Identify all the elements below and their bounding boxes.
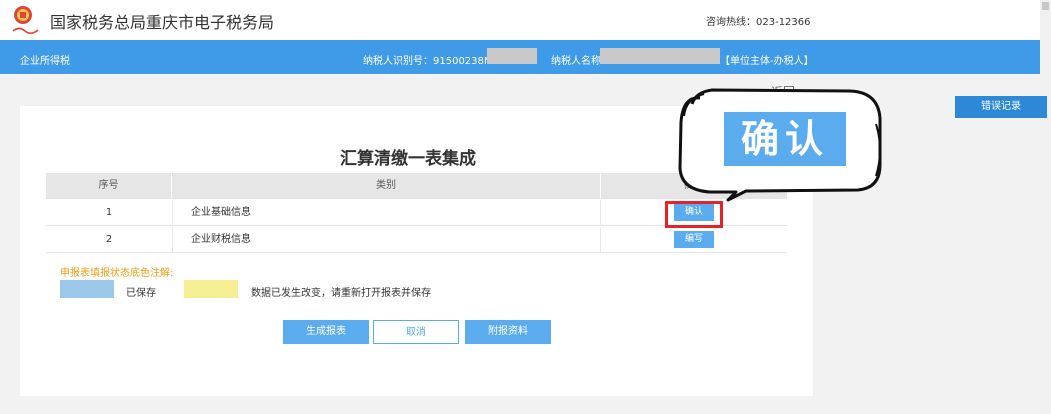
vertical-scrollbar[interactable] xyxy=(1040,0,1051,414)
generate-report-button[interactable]: 生成报表 xyxy=(283,320,369,344)
taxpayer-id: 纳税人识别号：91500238MA xyxy=(363,56,500,67)
row-no: 1 xyxy=(105,207,113,218)
table-header-row: 序号 类别 操作 xyxy=(46,173,787,199)
site-title: 国家税务总局重庆市电子税务局 xyxy=(50,13,275,32)
scrollbar-thumb[interactable] xyxy=(1042,2,1049,10)
row-no: 2 xyxy=(105,234,113,245)
table-row: 2 企业财税信息 编写 xyxy=(46,227,787,253)
taxpayer-name-label: 纳税人名称: xyxy=(551,56,605,67)
saved-label: 已保存 xyxy=(126,288,156,299)
row-action-cell: 编写 xyxy=(601,227,787,252)
top-header: 国家税务总局重庆市电子税务局 咨询热线：023-12366 xyxy=(0,0,1051,40)
callout-label: 确认 xyxy=(724,112,846,166)
redacted-name-mask xyxy=(600,48,720,64)
row-category: 企业财税信息 xyxy=(172,227,601,252)
highlight-box xyxy=(665,201,723,228)
role-label: 【单位主体-办税人】 xyxy=(720,56,814,67)
row-category: 企业基础信息 xyxy=(172,200,601,225)
tax-emblem-icon xyxy=(12,6,39,35)
cancel-button[interactable]: 取消 xyxy=(373,320,459,344)
page-title: 汇算清缴一表集成 xyxy=(340,149,476,169)
header-action: 操作 xyxy=(684,180,704,191)
changed-swatch xyxy=(184,280,238,298)
module-label: 企业所得税 xyxy=(20,56,70,67)
info-bar: 企业所得税 纳税人识别号：91500238MA 纳税人名称: 【单位主体-办税人… xyxy=(0,40,1040,74)
changed-label: 数据已发生改变，请重新打开报表并保存 xyxy=(251,288,431,299)
error-log-button[interactable]: 错误记录 xyxy=(955,96,1047,118)
header-category: 类别 xyxy=(172,173,601,198)
header-no: 序号 xyxy=(46,173,172,198)
hotline-text: 咨询热线：023-12366 xyxy=(706,17,811,28)
saved-swatch xyxy=(60,280,114,298)
redacted-id-mask xyxy=(487,48,537,64)
attachments-button[interactable]: 附报资料 xyxy=(465,320,551,344)
edit-button[interactable]: 编写 xyxy=(674,230,714,248)
legend-title: 申报表填报状态底色注解: xyxy=(60,268,174,279)
back-link[interactable]: 返回 xyxy=(771,83,795,100)
